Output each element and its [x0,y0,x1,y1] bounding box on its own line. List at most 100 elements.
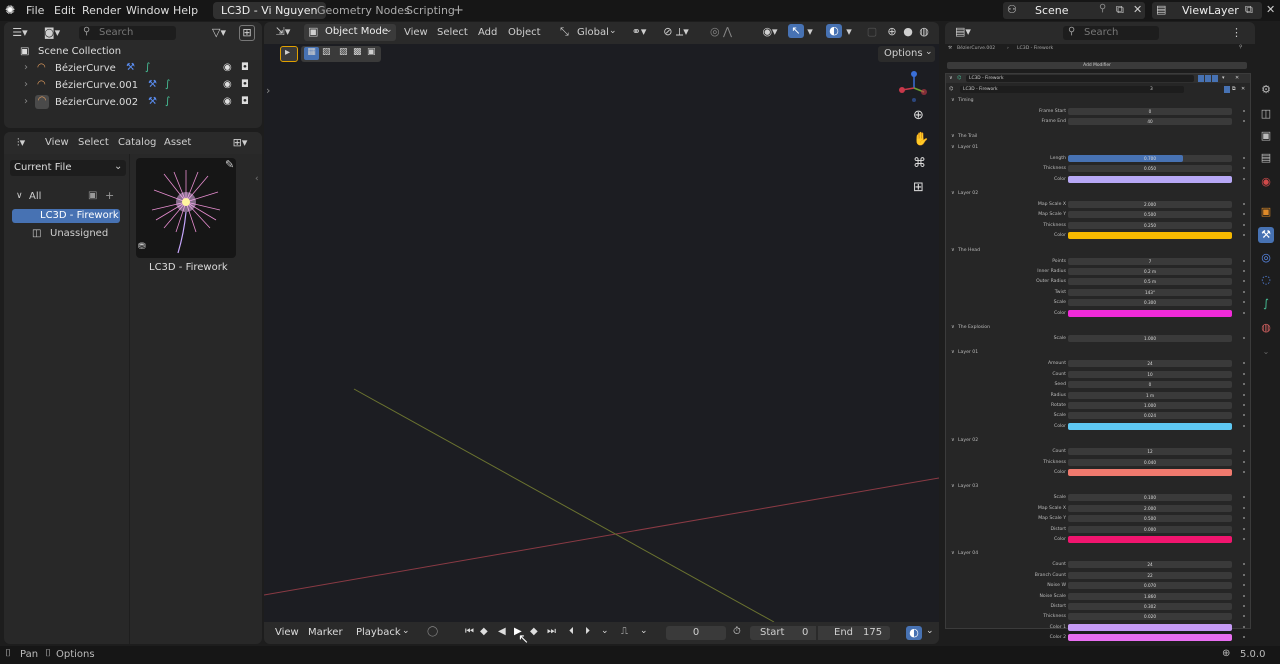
physics-tab-icon[interactable]: ◌ [1258,272,1274,288]
stopwatch-icon[interactable]: ⏱ [733,626,741,637]
toolbar-toggle-icon[interactable]: › [266,84,270,97]
menu-file[interactable]: File [26,4,44,17]
property-value-field[interactable]: 0.2 m [1068,268,1232,275]
next-keyframe-icon[interactable]: ◆ [530,626,538,637]
property-value-field[interactable]: 2.000 [1068,201,1232,208]
property-value-field[interactable]: 0.700 [1068,154,1232,162]
keyframe-dot-icon[interactable] [1243,213,1245,216]
modifier-name-field[interactable]: LC3D - Firework [966,75,1194,82]
property-value-field[interactable]: 24 [1068,561,1232,569]
sidebar-toggle-icon[interactable]: ‹ [255,174,259,184]
select-extend-icon[interactable]: ▧ [322,47,331,57]
proportional-edit-icon[interactable]: ◎ ⋀ [703,25,739,39]
editmode-toggle-icon[interactable] [1198,75,1204,82]
property-value-field[interactable]: 2.000 [1068,504,1232,512]
modifier-header[interactable]: ∨ ⌬ LC3D - Firework ▾ ✕ [946,74,1250,83]
panel-section-header[interactable]: ∨ Timing [946,96,1252,106]
chevron-down-icon[interactable]: ▾ [844,25,854,39]
auto-keying-icon[interactable]: ⎍ [621,626,628,637]
zoom-icon[interactable]: ⊕ [913,108,924,123]
keyframe-dot-icon[interactable] [1243,167,1245,170]
new-scene-icon[interactable]: ⧉ [1116,3,1124,17]
data-tab-icon[interactable]: ∫ [1258,296,1274,312]
property-value-field[interactable]: 10 [1068,370,1232,378]
keyframe-dot-icon[interactable] [1243,120,1245,123]
expand-icon[interactable]: › [24,62,28,73]
add-workspace-button[interactable]: + [449,2,468,19]
select-subtract-icon[interactable]: ▨ [339,47,348,57]
timeline-menu-playback[interactable]: Playback [356,627,401,638]
properties-editor-icon[interactable]: ▤▾ [952,25,974,39]
keyframe-dot-icon[interactable] [1243,393,1245,396]
collapse-icon[interactable]: ∨ [951,550,955,556]
property-value-field[interactable]: 1 m [1068,391,1232,399]
blender-logo-icon[interactable]: ✺ [5,3,15,17]
keyframe-dot-icon[interactable] [1243,636,1245,639]
property-value-field[interactable]: 0.000 [1068,525,1232,533]
add-modifier-button[interactable]: Add Modifier [947,62,1247,69]
property-value-field[interactable]: 12 [1068,448,1232,456]
chevron-down-icon[interactable]: ⌄ [926,626,934,636]
keyframe-dot-icon[interactable] [1243,506,1245,509]
select-intersect-icon[interactable]: ▣ [367,47,376,57]
keyframe-dot-icon[interactable] [1243,156,1245,159]
property-value-field[interactable]: 0.024 [1068,412,1232,420]
property-value-field[interactable]: 22 [1068,571,1232,579]
color-swatch[interactable] [1068,232,1232,240]
modifier-menu-icon[interactable]: ▾ [1222,75,1225,81]
scene-tab-icon[interactable]: ◉ [1258,174,1274,190]
outliner-item[interactable]: › ◠ BézierCurve ⚒ ∫ ◉ ◘ [4,61,262,77]
keyframe-dot-icon[interactable] [1243,383,1245,386]
collapse-icon[interactable]: ∨ [951,190,955,196]
close-icon[interactable]: ✕ [1235,75,1239,81]
property-value-field[interactable]: 40 [1068,118,1232,126]
view-layer-tab-icon[interactable]: ▤ [1258,150,1274,166]
keyframe-dot-icon[interactable] [1243,563,1245,566]
property-value-field[interactable]: 1.000 [1068,335,1232,342]
property-value-field[interactable]: 0.300 [1068,299,1232,307]
color-swatch[interactable] [1068,422,1232,430]
keyframe-dot-icon[interactable] [1243,615,1245,618]
xray-icon[interactable]: ▢ [864,25,880,39]
overlay-toggle-icon[interactable]: ◐ [826,24,842,38]
outliner-item[interactable]: › ◠ BézierCurve.002 ⚒ ∫ ◉ ◘ [4,95,262,111]
keyframe-dot-icon[interactable] [1243,517,1245,520]
remove-viewlayer-icon[interactable]: ✕ [1266,3,1275,16]
orientation-dropdown[interactable]: Global [577,27,609,38]
keyframe-dot-icon[interactable] [1243,573,1245,576]
record-icon[interactable]: ◯ [427,626,438,637]
material-tab-icon[interactable]: ◍ [1258,320,1274,336]
jump-end-icon[interactable]: ⏭ [547,626,556,637]
properties-search-input[interactable]: ⚲ Search [1063,26,1159,40]
mode-dropdown[interactable]: ▣ Object Mode ⌄ [304,24,396,41]
collapse-icon[interactable]: ∨ [951,349,955,355]
property-value-field[interactable]: 0 [1068,108,1232,115]
property-value-field[interactable]: 0 [1068,381,1232,389]
render-camera-icon[interactable]: ◘ [241,96,249,107]
property-value-field[interactable]: 7 [1068,257,1232,265]
outliner-item[interactable]: › ◠ BézierCurve.001 ⚒ ∫ ◉ ◘ [4,78,262,94]
catalog-item-active[interactable]: LC3D - Firework [12,209,120,223]
asset-menu-asset[interactable]: Asset [164,137,191,148]
property-value-field[interactable]: 0.100 [1068,494,1232,502]
options-dropdown[interactable]: Options ⌄ [878,46,935,62]
tool-tab-icon[interactable]: ⚙ [1258,82,1274,98]
render-tab-icon[interactable]: ◫ [1258,106,1274,122]
chevron-down-icon[interactable]: ⌄ [601,626,609,636]
keyframe-dot-icon[interactable] [1243,625,1245,628]
pan-hand-icon[interactable]: ✋ [913,132,929,147]
color-swatch[interactable] [1068,634,1232,642]
delete-scene-icon[interactable]: ✕ [1133,3,1142,16]
property-value-field[interactable]: 0.020 [1068,613,1232,621]
asset-editor-icon[interactable]: ⫶▾ [10,136,32,150]
output-tab-icon[interactable]: ▣ [1258,128,1274,144]
timeline-menu-marker[interactable]: Marker [308,627,343,638]
catalog-save-icon[interactable]: ▣ [88,190,97,201]
pivot-point-icon[interactable]: ⚭▾ [626,25,652,39]
properties-options-icon[interactable]: ⋮ [1231,26,1242,39]
visibility-eye-icon[interactable]: ◉ [223,79,232,90]
current-frame-field[interactable]: 0 [666,626,726,640]
collapse-icon[interactable]: ∨ [951,247,955,253]
viewport-menu-view[interactable]: View [404,27,428,38]
solid-shading-icon[interactable]: ● [900,25,916,39]
